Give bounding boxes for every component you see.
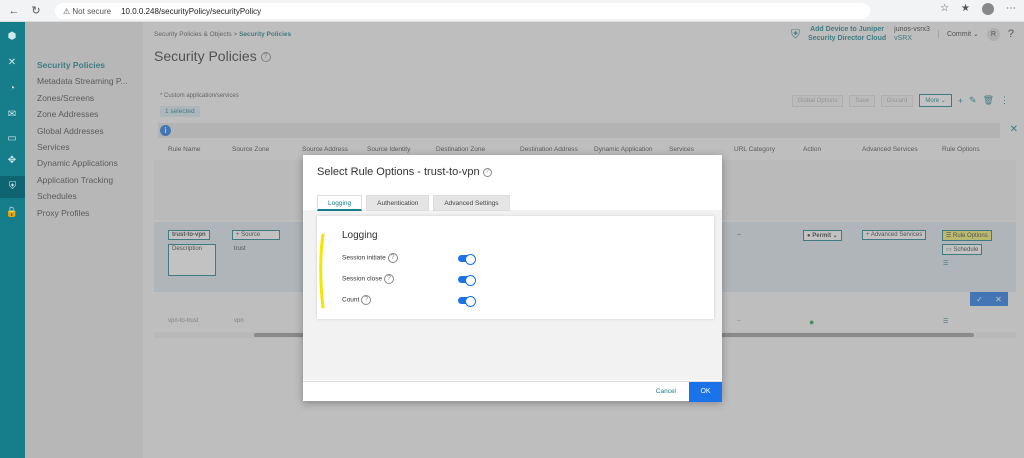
favorites-icon[interactable]: ★: [961, 3, 970, 15]
tab-logging[interactable]: Logging: [317, 195, 363, 211]
profile-avatar[interactable]: [982, 3, 994, 15]
network-icon[interactable]: ✥: [5, 154, 19, 168]
url-text: 10.0.0.248/securityPolicy/securityPolicy: [121, 6, 262, 16]
back-icon[interactable]: ←: [6, 3, 22, 19]
help-icon[interactable]: ?: [482, 167, 492, 177]
modal-footer: Cancel OK: [303, 381, 722, 402]
help-icon[interactable]: ?: [361, 295, 372, 305]
left-rail: ⬢ ✕ ◔ ✉ ▭ ✥ ⛨ 🔒: [0, 22, 25, 458]
close-icon[interactable]: ✕: [5, 56, 19, 70]
logging-panel: Logging Session initiate ? Session close…: [317, 216, 714, 319]
rule-options-modal: Select Rule Options - trust-to-vpn ? Log…: [303, 155, 722, 402]
logging-section-title: Logging: [342, 230, 378, 241]
session-close-toggle[interactable]: [458, 275, 476, 286]
tab-authentication[interactable]: Authentication: [366, 195, 430, 211]
mail-icon[interactable]: ✉: [5, 108, 19, 122]
tab-advanced-settings[interactable]: Advanced Settings: [433, 195, 510, 211]
session-initiate-label: Session initiate ?: [342, 253, 398, 263]
security-label: Not secure: [72, 6, 112, 16]
count-text: Count: [342, 296, 360, 304]
count-toggle[interactable]: [458, 296, 476, 307]
star-icon[interactable]: ☆: [940, 3, 949, 15]
count-label: Count ?: [342, 295, 372, 305]
dashboard-icon[interactable]: ◔: [5, 82, 19, 96]
logo-icon: ⬢: [7, 31, 17, 42]
cancel-button[interactable]: Cancel: [656, 388, 676, 395]
session-close-text: Session close: [342, 275, 383, 283]
address-bar[interactable]: ⚠ Not secure 10.0.0.248/securityPolicy/s…: [55, 3, 870, 19]
modal-tabs: Logging Authentication Advanced Settings: [317, 195, 510, 211]
security-warning[interactable]: ⚠ Not secure: [63, 7, 111, 16]
reload-icon[interactable]: ↻: [28, 3, 44, 19]
menu-icon[interactable]: ⋯: [1006, 3, 1016, 15]
modal-title: Select Rule Options - trust-to-vpn ?: [317, 166, 492, 178]
highlighter-annotation: [319, 233, 325, 309]
shield-icon[interactable]: ⛨: [0, 176, 25, 198]
devices-icon[interactable]: ▭: [5, 132, 19, 146]
browser-toolbar: ← ↻ ⚠ Not secure 10.0.0.248/securityPoli…: [0, 0, 1024, 22]
help-icon[interactable]: ?: [387, 253, 398, 263]
modal-title-text: Select Rule Options - trust-to-vpn: [317, 166, 480, 178]
session-initiate-toggle[interactable]: [458, 254, 476, 265]
help-icon[interactable]: ?: [383, 274, 394, 284]
ok-button[interactable]: OK: [689, 382, 722, 402]
lock-icon[interactable]: 🔒: [5, 206, 19, 220]
session-close-label: Session close ?: [342, 274, 394, 284]
session-initiate-text: Session initiate: [342, 254, 386, 262]
